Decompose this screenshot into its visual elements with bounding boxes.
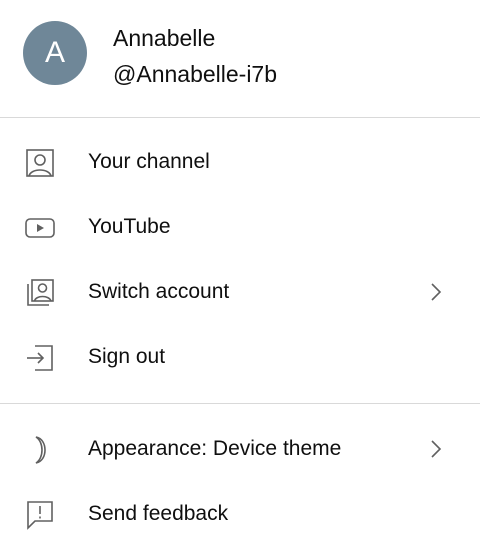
person-box-icon: [24, 147, 56, 179]
avatar[interactable]: A: [23, 21, 87, 85]
divider: [0, 403, 480, 404]
chevron-right-icon: [424, 435, 448, 463]
appearance-label: Appearance: Device theme: [88, 437, 342, 460]
play-box-icon: [24, 212, 56, 244]
youtube-item[interactable]: YouTube: [0, 197, 480, 257]
appearance-item[interactable]: Appearance: Device theme: [0, 419, 480, 479]
account-name: Annabelle: [113, 25, 216, 51]
divider: [0, 117, 480, 118]
feedback-icon: [24, 499, 56, 531]
sign-out-label: Sign out: [88, 345, 166, 368]
sign-out-item[interactable]: Sign out: [0, 327, 480, 387]
send-feedback-item[interactable]: Send feedback: [0, 484, 480, 544]
your-channel-item[interactable]: Your channel: [0, 132, 480, 192]
send-feedback-label: Send feedback: [88, 502, 229, 525]
account-header: A Annabelle @Annabelle-i7b: [0, 0, 480, 117]
youtube-label: YouTube: [88, 215, 171, 238]
moon-icon: [24, 434, 56, 466]
switch-account-icon: [24, 277, 56, 309]
switch-account-label: Switch account: [88, 280, 230, 303]
switch-account-item[interactable]: Switch account: [0, 262, 480, 322]
your-channel-label: Your channel: [88, 150, 210, 173]
account-handle: @Annabelle-i7b: [113, 61, 278, 87]
chevron-right-icon: [424, 278, 448, 306]
sign-out-icon: [24, 342, 56, 374]
